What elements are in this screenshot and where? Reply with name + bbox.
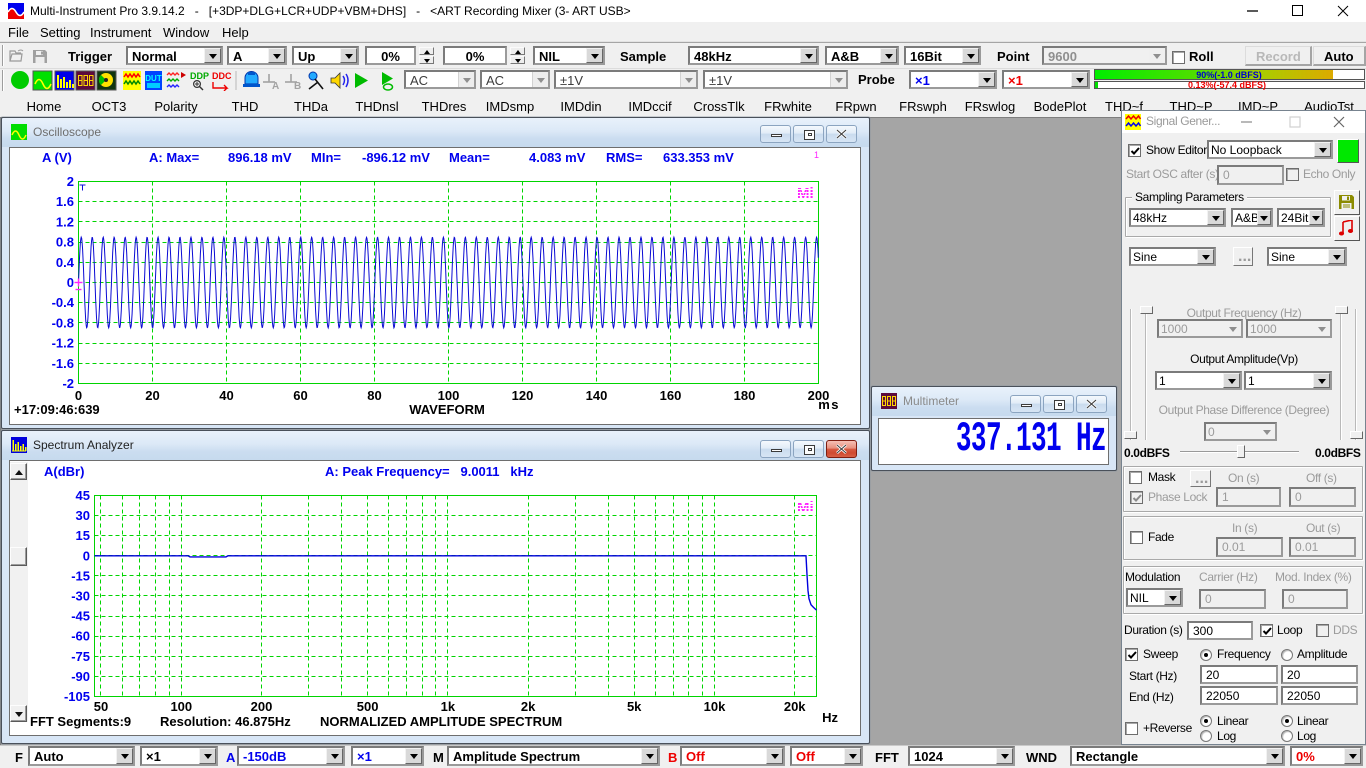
svg-text:RMS=: RMS= [606, 150, 643, 165]
svg-text:1k: 1k [441, 699, 456, 714]
svg-text:896.18 mV: 896.18 mV [228, 150, 292, 165]
svg-text:80: 80 [367, 388, 381, 403]
svg-text:Mi: Mi [797, 499, 814, 516]
svg-text:Hz: Hz [822, 710, 838, 725]
svg-text:-75: -75 [71, 649, 90, 664]
svg-text:1.2: 1.2 [56, 214, 74, 229]
svg-text:Mean=: Mean= [449, 150, 490, 165]
svg-text:1.6: 1.6 [56, 194, 74, 209]
svg-text:FFT Segments:9: FFT Segments:9 [30, 714, 131, 729]
svg-text:-90: -90 [71, 669, 90, 684]
svg-text:-45: -45 [71, 609, 90, 624]
svg-text:A: Peak Frequency= 9.0011: A: Peak Frequency= 9.0011 kHz [325, 464, 534, 479]
svg-text:2: 2 [67, 174, 74, 189]
svg-text:ms: ms [818, 397, 840, 412]
svg-text:MIn=: MIn= [311, 150, 341, 165]
svg-text:633.353 mV: 633.353 mV [663, 150, 734, 165]
svg-text:5k: 5k [627, 699, 642, 714]
svg-text:100: 100 [170, 699, 192, 714]
svg-text:DUT: DUT [145, 74, 162, 83]
svg-text:4.083 mV: 4.083 mV [529, 150, 586, 165]
svg-text:45: 45 [76, 488, 90, 503]
svg-text:0: 0 [75, 388, 82, 403]
svg-text:DDC: DDC [212, 71, 232, 81]
svg-text:0: 0 [83, 548, 90, 563]
svg-text:200: 200 [251, 699, 273, 714]
svg-text:-2: -2 [62, 376, 74, 391]
svg-text:Resolution: 46.875Hz: Resolution: 46.875Hz [160, 714, 291, 729]
svg-text:A(dBr): A(dBr) [44, 464, 84, 479]
svg-text:DDP: DDP [190, 71, 209, 81]
svg-text:-1.2: -1.2 [52, 336, 74, 351]
svg-text:50: 50 [94, 699, 108, 714]
svg-text:-0.4: -0.4 [52, 295, 75, 310]
svg-text:120: 120 [512, 388, 534, 403]
svg-text:NORMALIZED AMPLITUDE SPECTRUM: NORMALIZED AMPLITUDE SPECTRUM [320, 714, 562, 729]
svg-text:500: 500 [357, 699, 379, 714]
svg-text:A: Max=: A: Max= [149, 150, 200, 165]
svg-text:20k: 20k [784, 699, 806, 714]
svg-text:A: A [272, 81, 279, 91]
svg-text:-60: -60 [71, 629, 90, 644]
svg-text:+17:09:46:639: +17:09:46:639 [14, 402, 100, 417]
svg-text:-105: -105 [64, 689, 90, 704]
svg-text:15: 15 [76, 528, 90, 543]
svg-text:60: 60 [293, 388, 307, 403]
svg-text:-15: -15 [71, 568, 90, 583]
svg-text:-30: -30 [71, 589, 90, 604]
svg-text:10k: 10k [704, 699, 726, 714]
svg-text:1: 1 [814, 150, 819, 160]
svg-text:180: 180 [734, 388, 756, 403]
svg-text:B: B [294, 81, 301, 91]
svg-text:-896.12 mV: -896.12 mV [362, 150, 430, 165]
svg-text:30: 30 [76, 508, 90, 523]
svg-text:20: 20 [145, 388, 159, 403]
svg-text:-0.8: -0.8 [52, 315, 74, 330]
svg-text:0: 0 [67, 275, 74, 290]
svg-text:A (V): A (V) [42, 150, 72, 165]
svg-text:160: 160 [660, 388, 682, 403]
svg-text:0.8: 0.8 [56, 235, 74, 250]
svg-text:140: 140 [586, 388, 608, 403]
svg-text:-1.6: -1.6 [52, 356, 74, 371]
svg-text:WAVEFORM: WAVEFORM [409, 402, 485, 417]
svg-text:2k: 2k [521, 699, 536, 714]
svg-text:100: 100 [438, 388, 460, 403]
svg-text:40: 40 [219, 388, 233, 403]
svg-text:0.4: 0.4 [56, 255, 75, 270]
svg-text:Mi: Mi [797, 185, 814, 202]
